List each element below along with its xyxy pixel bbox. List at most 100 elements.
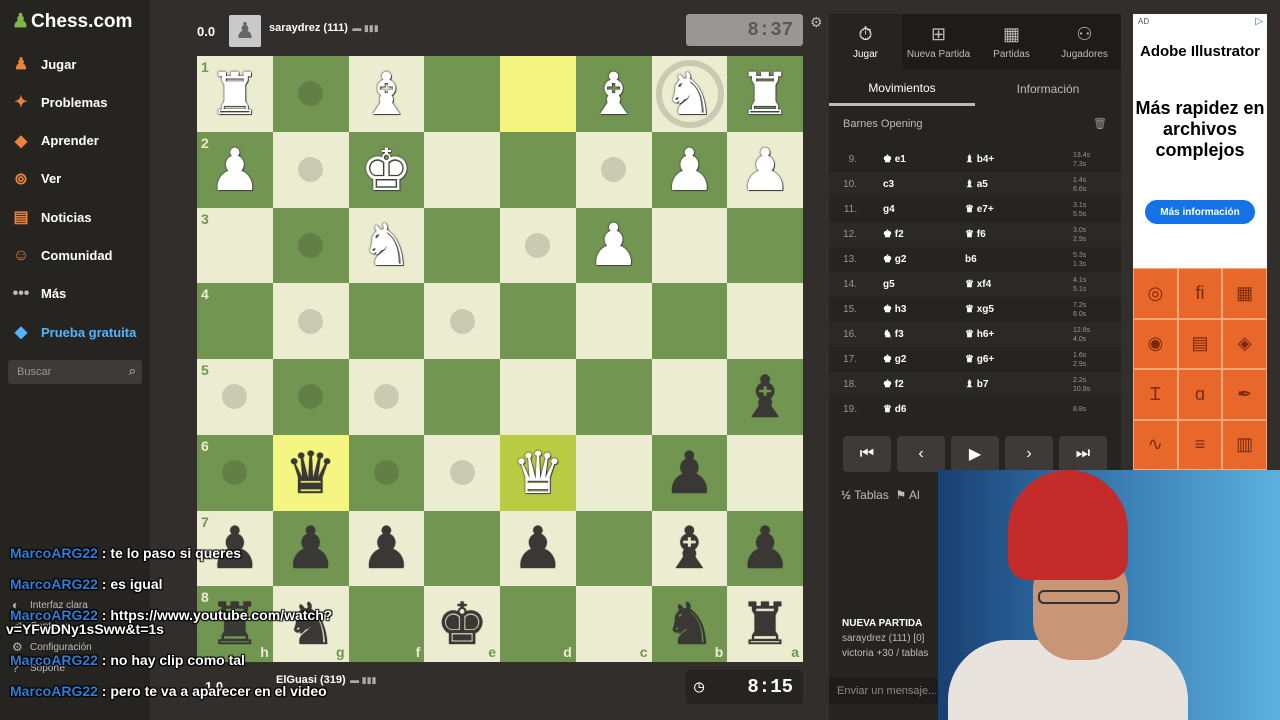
board-square[interactable]: ♛ — [500, 434, 576, 511]
board-square[interactable] — [500, 56, 576, 132]
tab-play[interactable]: ⏱ Jugar — [829, 14, 902, 70]
black-piece[interactable]: ♝ — [663, 519, 715, 577]
board-square[interactable] — [272, 359, 349, 435]
white-piece[interactable]: ♛ — [512, 444, 564, 502]
white-move[interactable]: ♞ f3 — [883, 329, 904, 340]
board-square[interactable] — [348, 434, 425, 511]
board-square[interactable] — [575, 434, 652, 511]
black-move[interactable]: ♛ h6+ — [965, 329, 994, 340]
board-square[interactable]: 5 — [197, 359, 273, 435]
white-piece[interactable]: ♚ — [360, 141, 412, 199]
board-square[interactable]: ♟ — [500, 510, 576, 587]
black-move[interactable]: ♝ b4+ — [965, 154, 994, 165]
board-square[interactable]: ♟ — [651, 131, 728, 208]
board-square[interactable]: ♟ — [727, 131, 803, 208]
board-square[interactable]: 2 ♟ — [197, 131, 273, 208]
board-square[interactable] — [575, 131, 652, 208]
black-piece[interactable]: ♟ — [285, 519, 337, 577]
board-square[interactable]: ♝ — [575, 56, 652, 132]
board-square[interactable]: ♜ — [727, 56, 803, 132]
white-move[interactable]: ♚ f2 — [883, 229, 904, 240]
board-settings-gear-icon[interactable]: ⚙ — [810, 14, 823, 31]
black-move[interactable]: ♛ xg5 — [965, 304, 994, 315]
black-piece[interactable]: ♚ — [436, 595, 488, 653]
board-square[interactable]: ♚ — [348, 131, 425, 208]
board-square[interactable] — [500, 283, 576, 359]
board-square[interactable] — [424, 510, 500, 587]
board-square[interactable] — [575, 283, 652, 359]
board-square[interactable]: e ♚ — [424, 586, 500, 662]
black-move[interactable]: ♛ e7+ — [965, 204, 994, 215]
board-square[interactable] — [424, 283, 500, 359]
board-square[interactable]: ♝ — [348, 56, 425, 132]
sidebar-item-noticias[interactable]: ▤ Noticias — [10, 203, 91, 231]
ad-cta-button[interactable]: Más información — [1145, 200, 1255, 224]
white-piece[interactable]: ♟ — [209, 141, 261, 199]
black-move[interactable]: ♝ b7 — [965, 379, 988, 390]
white-piece[interactable]: ♜ — [209, 65, 261, 123]
board-square[interactable] — [727, 207, 803, 284]
search-icon[interactable]: ⌕ — [129, 363, 136, 379]
chess-board[interactable]: 1 ♜ ♝ ♝ ♞ ♜ 2 ♟ ♚ ♟ ♟ 3 ♞ ♟ 4 5 ♝ 6 ♛ ♛ ♟ 7 ♟ ♟ ♟ ♟ ♝ ♟ 8 h ♜ g ♞ f e ♚ d c b ♞… — [197, 56, 803, 662]
draw-button[interactable]: ½ Tablas ⚑ Al — [841, 488, 920, 502]
board-square[interactable] — [272, 207, 349, 284]
sidebar-item-ver[interactable]: ⊚ Ver — [10, 165, 61, 193]
board-square[interactable] — [424, 207, 500, 284]
white-move[interactable]: ♚ h3 — [883, 304, 906, 315]
trash-icon[interactable]: 🗑 — [1093, 117, 1107, 130]
chess-logo[interactable]: ♟ Chess.com — [12, 10, 132, 33]
board-square[interactable]: a ♜ — [727, 586, 803, 662]
sidebar-item-más[interactable]: ••• Más — [10, 280, 67, 308]
sidebar-item-jugar[interactable]: ♟ Jugar — [10, 50, 77, 78]
board-square[interactable] — [500, 207, 576, 284]
board-square[interactable]: ♟ — [272, 510, 349, 587]
white-piece[interactable]: ♟ — [663, 141, 715, 199]
board-square[interactable]: ♟ — [727, 510, 803, 587]
board-square[interactable]: d — [500, 586, 576, 662]
black-move[interactable]: b6 — [965, 254, 977, 265]
board-square[interactable]: ♟ — [651, 434, 728, 511]
board-square[interactable]: ♛ — [272, 434, 349, 511]
ad-choices-icon[interactable]: ▷ — [1255, 16, 1263, 27]
white-piece[interactable]: ♝ — [360, 65, 412, 123]
board-square[interactable]: 8 h ♜ — [197, 586, 273, 662]
board-square[interactable] — [575, 359, 652, 435]
board-square[interactable] — [651, 207, 728, 284]
white-piece[interactable]: ♞ — [360, 216, 412, 274]
board-square[interactable]: ♝ — [651, 510, 728, 587]
board-square[interactable]: ♟ — [575, 207, 652, 284]
top-player-avatar[interactable]: ♟ — [229, 15, 261, 47]
last-move-button[interactable]: ⏭ — [1059, 436, 1107, 472]
board-square[interactable] — [500, 131, 576, 208]
board-square[interactable] — [424, 56, 500, 132]
white-move[interactable]: ♚ f2 — [883, 379, 904, 390]
next-move-button[interactable]: › — [1005, 436, 1053, 472]
tab-new-game[interactable]: ⊞ Nueva Partida — [902, 14, 975, 70]
board-square[interactable]: ♞ — [348, 207, 425, 284]
black-piece[interactable]: ♜ — [739, 595, 791, 653]
white-move[interactable]: ♛ d6 — [883, 404, 906, 415]
board-square[interactable]: 1 ♜ — [197, 56, 273, 132]
black-piece[interactable]: ♝ — [739, 368, 791, 426]
white-piece[interactable]: ♝ — [588, 65, 640, 123]
tab-players[interactable]: ⚇ Jugadores — [1048, 14, 1121, 70]
sidebar-item-comunidad[interactable]: ☺ Comunidad — [10, 242, 113, 270]
board-square[interactable]: 6 — [197, 434, 273, 511]
board-square[interactable]: c — [575, 586, 652, 662]
black-piece[interactable]: ♟ — [663, 444, 715, 502]
board-square[interactable]: g ♞ — [272, 586, 349, 662]
white-move[interactable]: ♚ g2 — [883, 354, 906, 365]
black-piece[interactable]: ♞ — [663, 595, 715, 653]
board-square[interactable] — [348, 359, 425, 435]
black-piece[interactable]: ♞ — [285, 595, 337, 653]
white-move[interactable]: ♚ e1 — [883, 154, 906, 165]
black-piece[interactable]: ♟ — [739, 519, 791, 577]
white-piece[interactable]: ♟ — [739, 141, 791, 199]
subtab-info[interactable]: Información — [975, 72, 1121, 106]
board-square[interactable]: b ♞ — [651, 586, 728, 662]
first-move-button[interactable]: ⏮ — [843, 436, 891, 472]
white-move[interactable]: c3 — [883, 179, 894, 190]
board-square[interactable] — [500, 359, 576, 435]
black-move[interactable]: ♛ g6+ — [965, 354, 994, 365]
board-square[interactable]: 3 — [197, 207, 273, 284]
